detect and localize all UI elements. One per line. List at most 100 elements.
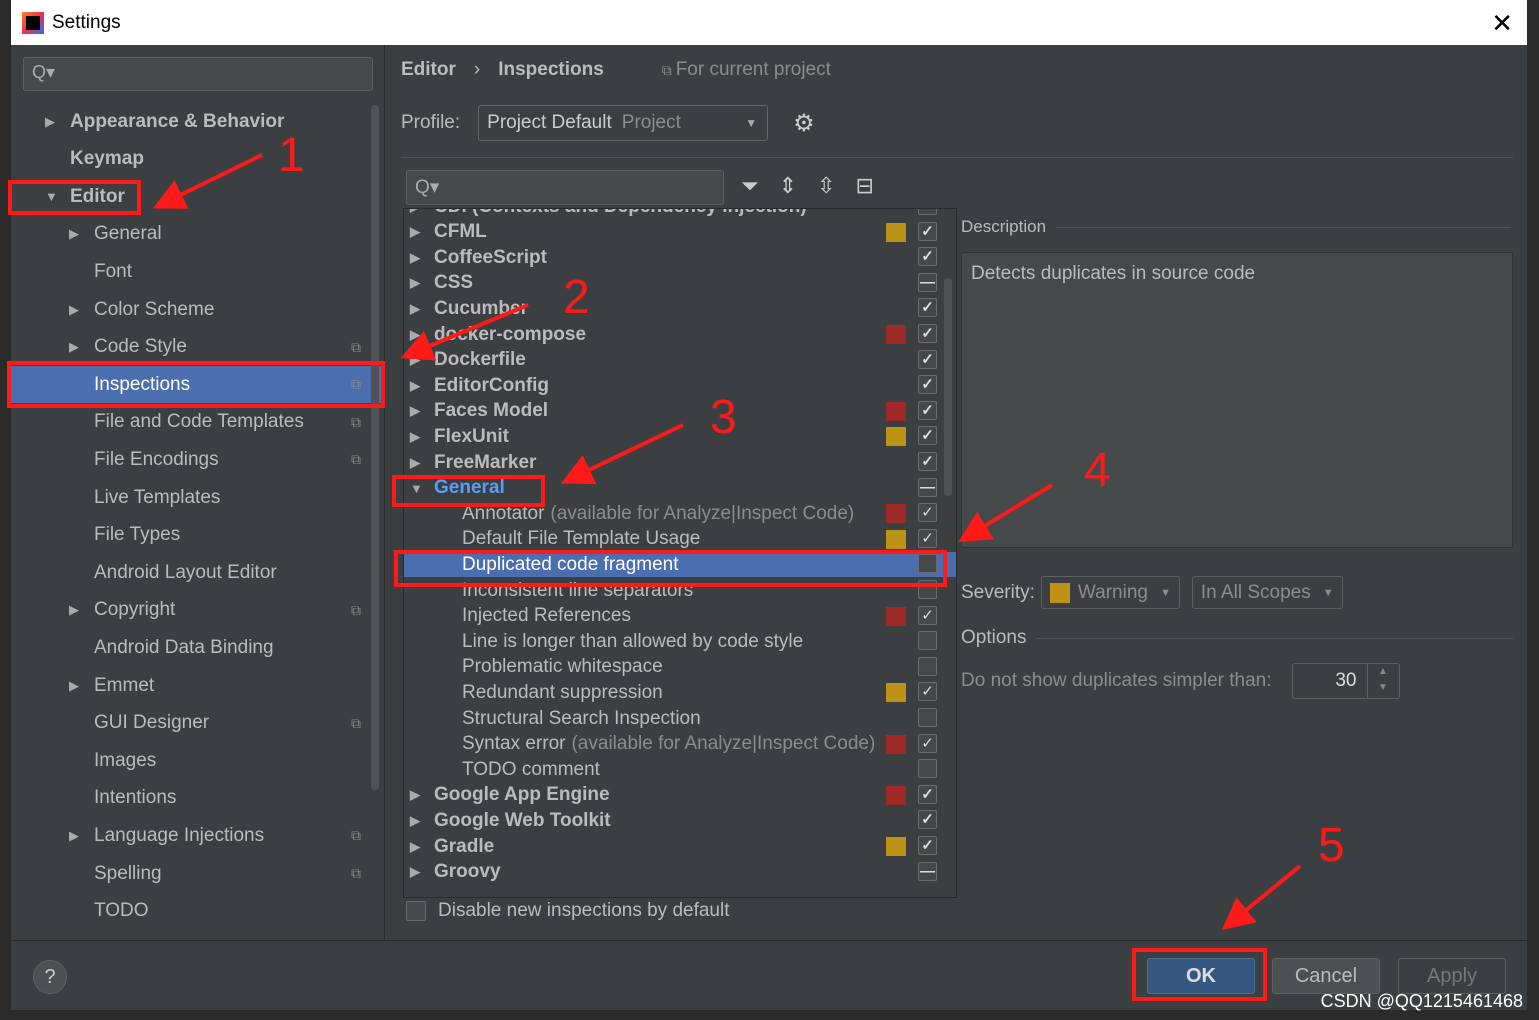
tree-row[interactable]: Syntax error (available for Analyze|Inspe… [404,732,956,757]
enable-checkbox[interactable]: ✓ [918,810,937,830]
tree-row[interactable]: ▶ Cucumber ✓ [404,296,956,321]
sidebar-item[interactable]: Android Layout Editor [11,554,385,591]
enable-checkbox[interactable]: ✓ [918,209,937,215]
enable-checkbox[interactable]: ✓ [918,784,937,804]
tree-row[interactable]: ▶ Google App Engine ✓ [404,783,956,808]
enable-checkbox[interactable]: ✓ [918,605,937,625]
chevron-right-icon[interactable]: ▶ [404,839,430,855]
sidebar-item[interactable]: ▶ Color Scheme [11,291,385,328]
tree-row[interactable]: ▶ Google Web Toolkit ✓ [404,808,956,833]
tree-row[interactable]: ▶ EditorConfig ✓ [404,373,956,398]
sidebar-item[interactable]: ▶ Appearance & Behavior [11,103,385,140]
tree-row[interactable]: ▶ CDI (Contexts and Dependency Injection)… [404,209,956,219]
tree-row[interactable]: Injected References ✓ [404,604,956,629]
enable-checkbox[interactable]: ✓ [918,452,937,471]
chevron-right-icon[interactable]: ▶ [404,429,430,445]
enable-checkbox[interactable]: ✓ [918,682,937,702]
tree-row[interactable]: ▶ FreeMarker ✓ [404,450,956,475]
sidebar-item[interactable]: ▶ General [11,216,385,253]
profile-dropdown[interactable]: Project Default Project ▼ [478,105,769,141]
enable-checkbox[interactable]: ✓ [918,247,937,267]
chevron-right-icon[interactable]: ▶ [404,378,430,394]
chevron-right-icon[interactable]: ▶ [404,864,430,880]
chevron-right-icon[interactable]: ▶ [69,602,83,618]
chevron-right-icon[interactable]: ▶ [404,224,430,240]
tree-row[interactable]: ▶ CFML ✓ [404,220,956,245]
sidebar-item[interactable]: File Encodings ⧉ [11,441,385,478]
close-icon[interactable]: ✕ [1491,8,1513,39]
tree-row[interactable]: Redundant suppression ✓ [404,680,956,705]
sidebar-item[interactable]: File Types [11,517,385,554]
chevron-right-icon[interactable]: ▶ [404,275,430,291]
tree-row[interactable]: ▶ Dockerfile ✓ [404,348,956,373]
chevron-right-icon[interactable]: ▶ [45,114,59,130]
enable-checkbox[interactable] [918,759,937,779]
expand-all-icon[interactable]: ⇕ [779,173,797,199]
tree-row[interactable]: ▶ CoffeeScript ✓ [404,245,956,270]
enable-checkbox[interactable]: ✓ [918,221,937,241]
sidebar-item[interactable]: Live Templates [11,479,385,516]
chevron-down-icon[interactable]: ▼ [404,481,430,496]
inspection-search-input[interactable]: Q▾ [406,170,724,205]
sidebar-item[interactable]: ▶ Language Injections ⧉ [11,817,385,854]
tree-scrollbar[interactable] [944,278,952,496]
tree-row[interactable]: Duplicated code fragment [404,552,956,578]
scope-dropdown[interactable]: In All Scopes ▼ [1191,576,1343,609]
reset-icon[interactable]: ⊟ [855,173,873,199]
tree-row[interactable]: Inconsistent line separators [404,578,956,603]
sidebar-item[interactable]: Inspections ⧉ [11,366,385,404]
tree-row[interactable]: Structural Search Inspection [404,706,956,731]
sidebar-scrollbar[interactable] [371,105,379,790]
sidebar-item[interactable]: Keymap [11,141,385,178]
enable-checkbox[interactable]: ✓ [918,375,937,395]
chevron-right-icon[interactable]: ▶ [404,352,430,368]
sidebar-item[interactable]: Spelling ⧉ [11,855,385,892]
sidebar-item[interactable]: ▼ Editor [11,178,385,215]
filter-icon[interactable]: ⏷ [741,173,759,199]
enable-checkbox[interactable]: ✓ [918,298,937,318]
enable-checkbox[interactable] [918,708,937,727]
enable-checkbox[interactable]: ✓ [918,400,937,420]
enable-checkbox[interactable]: ✓ [918,836,937,855]
enable-checkbox[interactable]: ✓ [918,733,937,753]
chevron-right-icon[interactable]: ▶ [404,250,430,266]
tree-row[interactable]: Default File Template Usage ✓ [404,527,956,552]
sidebar-item[interactable]: Font [11,253,385,290]
gear-icon[interactable]: ⚙ [793,109,815,138]
chevron-right-icon[interactable]: ▶ [69,226,83,242]
chevron-right-icon[interactable]: ▶ [69,828,83,844]
chevron-right-icon[interactable]: ▶ [69,302,83,318]
sidebar-item[interactable]: TODO [11,893,385,930]
disable-new-checkbox[interactable] [406,901,426,921]
enable-checkbox[interactable]: ✓ [918,324,937,343]
tree-row[interactable]: ▶ Gradle ✓ [404,834,956,859]
collapse-all-icon[interactable]: ⇳ [817,173,835,199]
disable-new-inspections[interactable]: Disable new inspections by default [406,900,730,922]
chevron-right-icon[interactable]: ▶ [404,813,430,829]
severity-dropdown[interactable]: Warning ▼ [1040,576,1180,609]
chevron-right-icon[interactable]: ▶ [69,678,83,694]
cancel-button[interactable]: Cancel [1272,958,1380,994]
tree-row[interactable]: ▶ CSS — [404,271,956,296]
sidebar-item[interactable]: ▶ Emmet [11,667,385,704]
chevron-right-icon[interactable]: ▶ [404,403,430,419]
tree-row[interactable]: ▶ docker-compose ✓ [404,322,956,347]
chevron-right-icon[interactable]: ▶ [404,327,430,343]
sidebar-item[interactable]: ▶ Copyright ⧉ [11,592,385,629]
sidebar-item[interactable]: Android Data Binding [11,629,385,666]
ok-button[interactable]: OK [1147,958,1255,994]
tree-row[interactable]: Line is longer than allowed by code styl… [404,629,956,654]
sidebar-item[interactable]: ▶ Code Style ⧉ [11,329,385,366]
sidebar-search-input[interactable]: Q▾ [23,57,373,91]
tree-row[interactable]: ▼ General — [404,476,956,501]
chevron-down-icon[interactable]: ▼ [45,189,59,204]
enable-checkbox[interactable] [918,580,937,599]
chevron-right-icon[interactable]: ▶ [69,339,83,355]
enable-checkbox[interactable]: ✓ [918,349,937,369]
chevron-right-icon[interactable]: ▶ [404,455,430,471]
enable-checkbox[interactable] [918,631,937,651]
help-button[interactable]: ? [33,960,67,994]
sidebar-item[interactable]: Intentions [11,780,385,817]
apply-button[interactable]: Apply [1398,958,1506,994]
enable-checkbox[interactable]: — [918,861,937,881]
